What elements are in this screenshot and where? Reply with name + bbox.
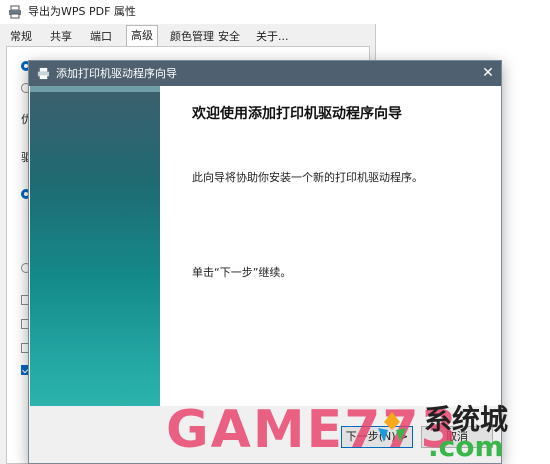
screen: 导出为WPS PDF 属性 常规 共享 端口 高级 颜色管理 安全 关于... … (0, 0, 550, 464)
tab-sharing[interactable]: 共享 (46, 27, 76, 47)
wizard-heading: 欢迎使用添加打印机驱动程序向导 (192, 106, 402, 122)
wizard-titlebar: 添加打印机驱动程序向导 ✕ (29, 61, 501, 86)
watermark-brand: GAME773 (166, 400, 459, 460)
printer-icon (37, 67, 50, 80)
tab-general[interactable]: 常规 (6, 27, 36, 47)
wizard-content: 欢迎使用添加打印机驱动程序向导 此向导将协助你安装一个新的打印机驱动程序。 单击… (160, 86, 501, 406)
watermark-domain: .com (428, 430, 504, 463)
properties-titlebar: 导出为WPS PDF 属性 (0, 0, 376, 24)
wizard-side-banner (30, 86, 160, 406)
tab-color-management[interactable]: 颜色管理 (166, 27, 218, 47)
wizard-description: 此向导将协助你安装一个新的打印机驱动程序。 (192, 171, 423, 184)
wizard-continue-hint: 单击“下一步”继续。 (192, 266, 292, 279)
wizard-title: 添加打印机驱动程序向导 (56, 67, 177, 80)
properties-title: 导出为WPS PDF 属性 (28, 5, 136, 18)
site-watermark: GAME773 系统城 .com (166, 396, 550, 464)
close-icon[interactable]: ✕ (478, 63, 498, 83)
watermark-logo-icon (378, 412, 406, 442)
printer-icon (9, 5, 21, 19)
tab-security[interactable]: 安全 (214, 27, 244, 47)
tab-advanced[interactable]: 高级 (126, 25, 158, 47)
tab-about[interactable]: 关于... (252, 27, 293, 47)
tab-ports[interactable]: 端口 (86, 27, 116, 47)
banner-stripe (30, 86, 160, 92)
